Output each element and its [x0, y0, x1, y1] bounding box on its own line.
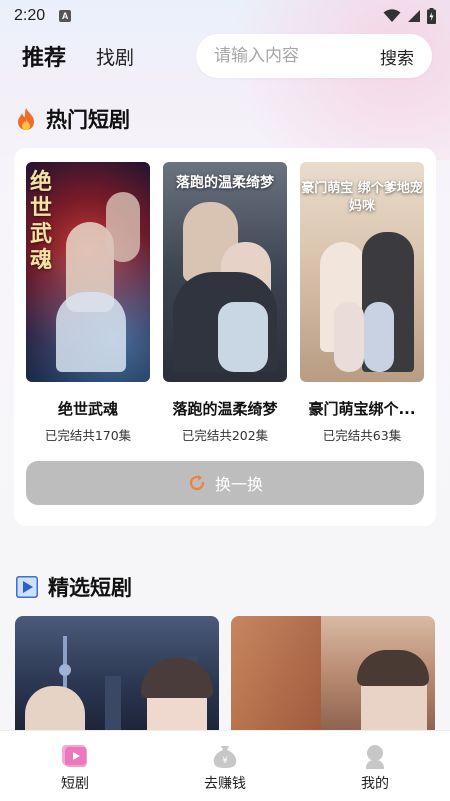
wifi-icon — [383, 9, 401, 22]
featured-drama-thumbnail[interactable] — [231, 616, 435, 736]
drama-status: 已完结共170集 — [44, 428, 132, 443]
hot-section-title: 热门短剧 — [16, 104, 130, 134]
featured-section-label: 精选短剧 — [48, 576, 132, 600]
search-input[interactable] — [214, 46, 354, 66]
refresh-button[interactable]: 换一换 — [26, 461, 424, 505]
poster-title: 绝世武魂 — [30, 170, 53, 273]
money-bag-icon: ¥ — [213, 746, 237, 768]
drama-item[interactable]: 豪门萌宝 绑个爹地宠妈咪 豪门萌宝绑个... 已完结共63集 — [300, 162, 424, 444]
poster-title: 豪门萌宝 绑个爹地宠妈咪 — [301, 181, 423, 214]
bottom-nav: 短剧 ¥ 去赚钱 我的 — [0, 730, 450, 801]
refresh-icon — [189, 475, 205, 491]
tab-find[interactable]: 找剧 — [96, 43, 134, 70]
nav-item-drama[interactable]: 短剧 — [0, 731, 150, 801]
drama-item[interactable]: 落跑的温柔绮梦 落跑的温柔绮梦 已完结共202集 — [163, 162, 287, 444]
nav-item-earn[interactable]: ¥ 去赚钱 — [150, 731, 300, 801]
notification-icon: A — [59, 10, 72, 22]
featured-section-title: 精选短剧 — [16, 572, 132, 602]
drama-name: 落跑的温柔绮梦 — [172, 400, 278, 418]
hot-dramas-card: 绝世武魂 绝世武魂 已完结共170集 落跑的温柔绮梦 落跑的温柔绮梦 已完结共2… — [14, 148, 436, 526]
play-icon — [16, 576, 38, 598]
drama-status: 已完结共202集 — [181, 428, 269, 443]
nav-label: 我的 — [361, 776, 389, 792]
hot-section-label: 热门短剧 — [46, 108, 130, 132]
top-nav: 推荐 找剧 搜索 — [0, 34, 450, 78]
status-bar: 2:20 A — [0, 0, 450, 32]
nav-label: 去赚钱 — [204, 776, 246, 792]
drama-poster[interactable]: 落跑的温柔绮梦 — [163, 162, 287, 382]
status-time: 2:20 — [14, 7, 46, 24]
profile-icon — [366, 745, 384, 769]
poster-title: 落跑的温柔绮梦 — [176, 175, 274, 191]
featured-drama-thumbnail[interactable] — [15, 616, 219, 736]
tab-recommend[interactable]: 推荐 — [22, 40, 66, 72]
drama-name: 绝世武魂 — [57, 400, 118, 418]
status-icons — [383, 8, 436, 24]
nav-label: 短剧 — [61, 776, 89, 792]
svg-text:¥: ¥ — [222, 756, 228, 766]
search-box[interactable]: 搜索 — [196, 34, 432, 78]
drama-tab-icon — [62, 745, 87, 767]
battery-icon — [427, 8, 436, 24]
signal-icon — [408, 10, 420, 22]
drama-poster[interactable]: 豪门萌宝 绑个爹地宠妈咪 — [300, 162, 424, 382]
search-button[interactable]: 搜索 — [380, 44, 414, 69]
nav-item-profile[interactable]: 我的 — [300, 731, 450, 801]
drama-item[interactable]: 绝世武魂 绝世武魂 已完结共170集 — [26, 162, 150, 444]
refresh-label: 换一换 — [214, 475, 263, 494]
drama-status: 已完结共63集 — [322, 428, 402, 443]
drama-name: 豪门萌宝绑个... — [308, 400, 416, 418]
fire-icon — [16, 107, 36, 131]
drama-poster[interactable]: 绝世武魂 — [26, 162, 150, 382]
